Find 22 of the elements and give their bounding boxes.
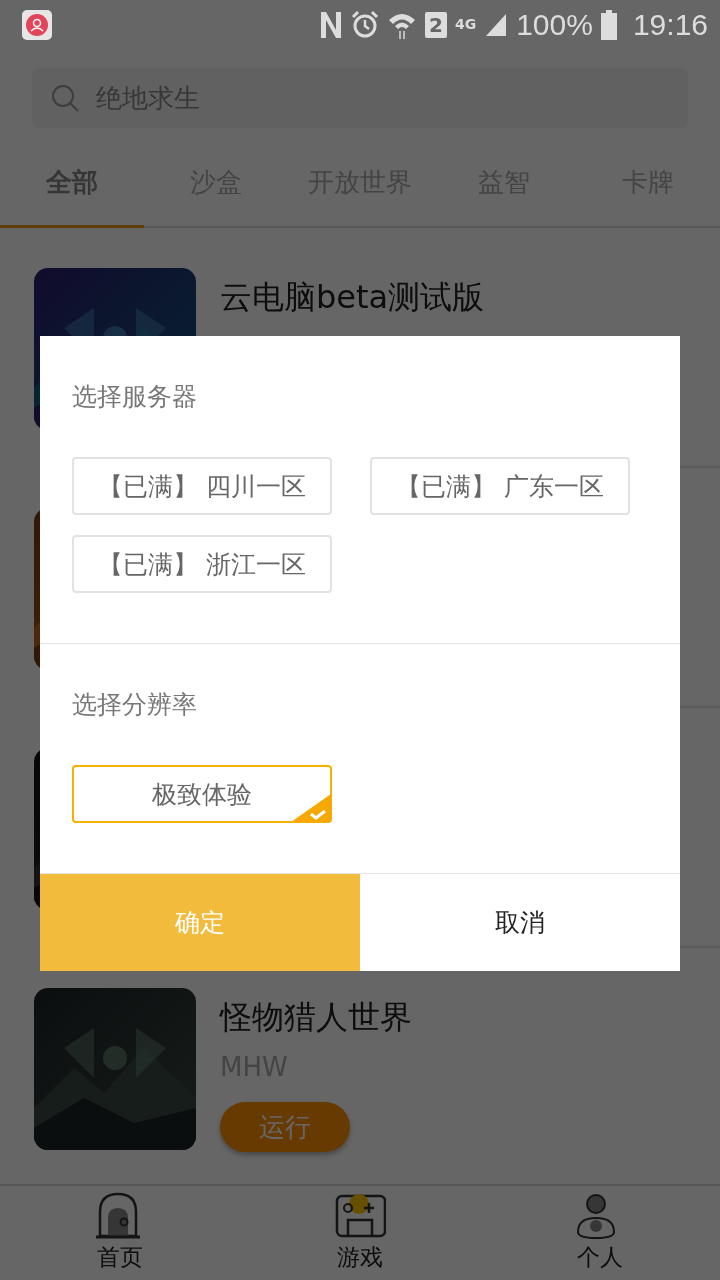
confirm-button[interactable]: 确定 [40,874,360,971]
game-title: 怪物猎人世界 [220,997,412,1038]
clock: 19:16 [632,8,708,42]
search-icon [50,83,80,113]
signal-icon [484,12,509,38]
alarm-icon [351,10,380,40]
option-chip[interactable]: 【已满】 四川一区 [72,457,332,515]
option-chip[interactable]: 极致体验 [72,765,332,823]
sim-badge: 2 [425,12,447,38]
section-title: 选择分辨率 [72,689,198,721]
battery-icon [600,10,617,40]
nav-tab[interactable]: 个人 [480,1186,720,1280]
nav-tab[interactable]: 游戏 [240,1186,480,1280]
nav-tab[interactable]: 首页 [0,1186,240,1280]
option-chip[interactable]: 【已满】 浙江一区 [72,535,332,593]
option-chip[interactable]: 【已满】 广东一区 [370,457,630,515]
game-title: 云电脑beta测试版 [220,277,485,318]
network-type: 4G [454,16,477,32]
check-corner-icon [291,794,331,822]
battery-percent: 100% [516,8,593,42]
app-icon [22,10,52,40]
section-title: 选择服务器 [72,381,198,413]
